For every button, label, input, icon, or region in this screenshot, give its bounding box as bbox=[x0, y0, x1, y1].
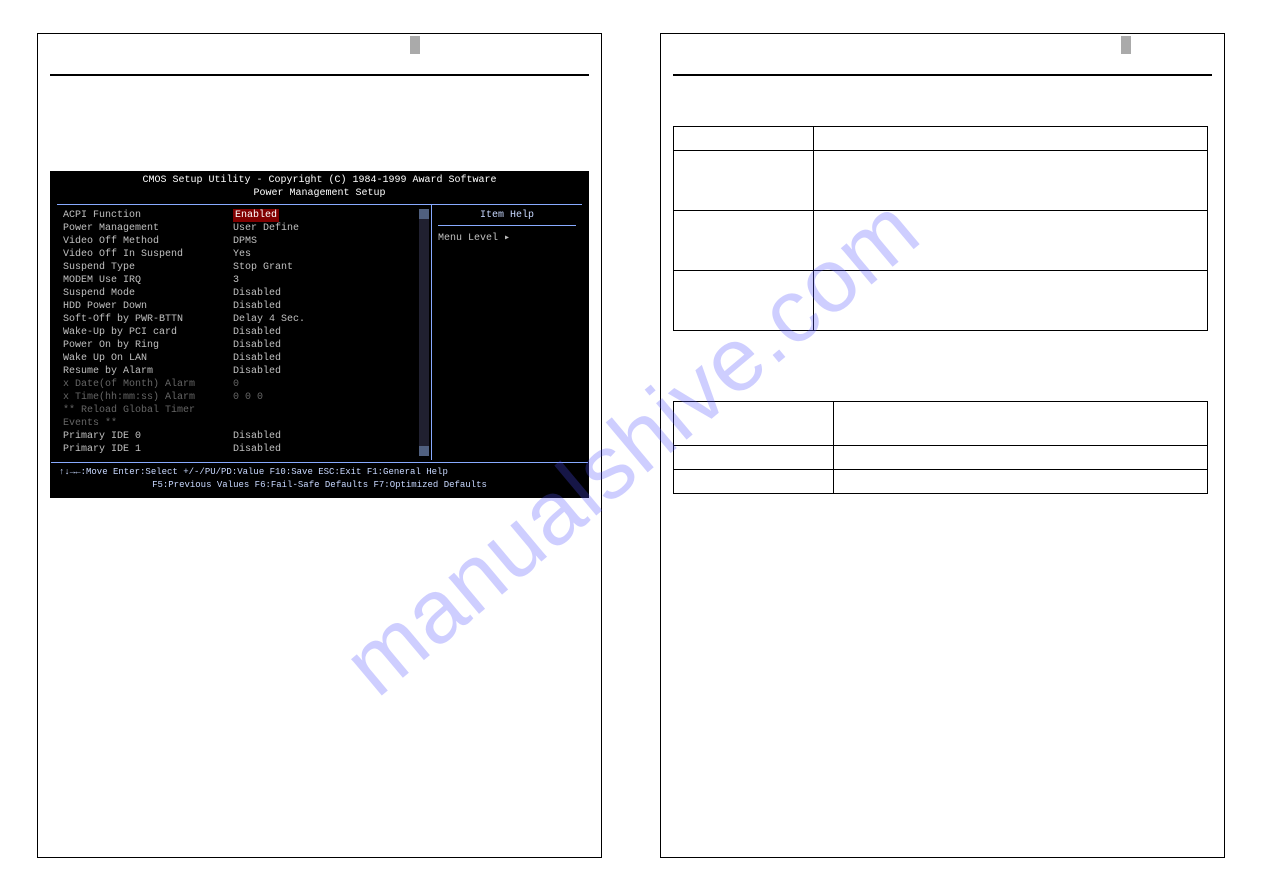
table-cell bbox=[674, 211, 814, 271]
bios-screenshot: CMOS Setup Utility - Copyright (C) 1984-… bbox=[50, 171, 589, 498]
bios-setting-key: x Time(hh:mm:ss) Alarm bbox=[63, 391, 233, 404]
bios-setting-row[interactable]: x Time(hh:mm:ss) Alarm0 0 0 bbox=[63, 391, 431, 404]
bios-body: ACPI FunctionEnabledPower ManagementUser… bbox=[57, 204, 582, 460]
header-tab bbox=[1121, 36, 1131, 54]
bios-setting-key: ACPI Function bbox=[63, 209, 233, 222]
bios-setting-key: Suspend Mode bbox=[63, 287, 233, 300]
table-cell bbox=[674, 127, 814, 151]
bios-setting-key: x Date(of Month) Alarm bbox=[63, 378, 233, 391]
bios-setting-value: Disabled bbox=[233, 326, 281, 339]
page-header-right bbox=[673, 48, 1212, 76]
table-2 bbox=[673, 401, 1208, 494]
bios-setting-row[interactable]: ** Reload Global Timer Events ** bbox=[63, 404, 431, 430]
bios-setting-row[interactable]: ACPI FunctionEnabled bbox=[63, 209, 431, 222]
bios-setting-row[interactable]: Primary IDE 1Disabled bbox=[63, 443, 431, 456]
bios-setting-row[interactable]: x Date(of Month) Alarm0 bbox=[63, 378, 431, 391]
bios-setting-row[interactable]: Wake Up On LANDisabled bbox=[63, 352, 431, 365]
table-cell bbox=[674, 470, 834, 494]
bios-setting-key: Soft-Off by PWR-BTTN bbox=[63, 313, 233, 326]
bios-setting-key: Primary IDE 0 bbox=[63, 430, 233, 443]
table-row bbox=[674, 151, 1208, 211]
bios-setting-key: Wake-Up by PCI card bbox=[63, 326, 233, 339]
bios-setting-key: Video Off In Suspend bbox=[63, 248, 233, 261]
table-cell bbox=[674, 151, 814, 211]
bios-setting-value: 0 bbox=[233, 378, 239, 391]
bios-setting-value: DPMS bbox=[233, 235, 257, 248]
bios-setting-row[interactable]: Video Off In SuspendYes bbox=[63, 248, 431, 261]
bios-setting-key: Video Off Method bbox=[63, 235, 233, 248]
table-row bbox=[674, 470, 1208, 494]
bios-setting-row[interactable]: Power On by RingDisabled bbox=[63, 339, 431, 352]
bios-title-line1: CMOS Setup Utility - Copyright (C) 1984-… bbox=[51, 174, 588, 187]
bios-setting-row[interactable]: MODEM Use IRQ3 bbox=[63, 274, 431, 287]
bios-setting-key: Power On by Ring bbox=[63, 339, 233, 352]
bios-setting-value: Disabled bbox=[233, 352, 281, 365]
header-tab bbox=[410, 36, 420, 54]
bios-help-panel: Item Help Menu Level ▸ bbox=[432, 205, 582, 460]
table-row bbox=[674, 211, 1208, 271]
bios-footer-line1: ↑↓→←:Move Enter:Select +/-/PU/PD:Value F… bbox=[59, 466, 580, 479]
table-1 bbox=[673, 126, 1208, 331]
bios-setting-row[interactable]: Soft-Off by PWR-BTTNDelay 4 Sec. bbox=[63, 313, 431, 326]
table-cell bbox=[814, 127, 1208, 151]
bios-setting-value: Disabled bbox=[233, 300, 281, 313]
bios-setting-row[interactable]: Suspend TypeStop Grant bbox=[63, 261, 431, 274]
bios-setting-key: Suspend Type bbox=[63, 261, 233, 274]
bios-setting-key: HDD Power Down bbox=[63, 300, 233, 313]
bios-setting-value: Disabled bbox=[233, 365, 281, 378]
table-cell bbox=[674, 446, 834, 470]
table-cell bbox=[814, 151, 1208, 211]
table-cell bbox=[814, 271, 1208, 331]
bios-setting-value: Enabled bbox=[233, 209, 279, 222]
table-row bbox=[674, 271, 1208, 331]
bios-setting-value: Delay 4 Sec. bbox=[233, 313, 305, 326]
bios-setting-row[interactable]: Power ManagementUser Define bbox=[63, 222, 431, 235]
table-row bbox=[674, 127, 1208, 151]
bios-help-title: Item Help bbox=[438, 209, 576, 226]
bios-setting-value: 3 bbox=[233, 274, 239, 287]
bios-setting-value: Disabled bbox=[233, 430, 281, 443]
bios-setting-value: 0 0 0 bbox=[233, 391, 263, 404]
bios-help-menu-level: Menu Level ▸ bbox=[438, 232, 576, 245]
bios-setting-value: Stop Grant bbox=[233, 261, 293, 274]
bios-setting-key: Wake Up On LAN bbox=[63, 352, 233, 365]
bios-setting-row[interactable]: HDD Power DownDisabled bbox=[63, 300, 431, 313]
table-row bbox=[674, 402, 1208, 446]
bios-settings-panel: ACPI FunctionEnabledPower ManagementUser… bbox=[57, 205, 432, 460]
bios-title-line2: Power Management Setup bbox=[51, 187, 588, 200]
table-cell bbox=[834, 446, 1208, 470]
bios-setting-value: Disabled bbox=[233, 339, 281, 352]
bios-setting-value: Disabled bbox=[233, 287, 281, 300]
bios-setting-key: Resume by Alarm bbox=[63, 365, 233, 378]
bios-setting-key: ** Reload Global Timer Events ** bbox=[63, 404, 233, 430]
bios-setting-row[interactable]: Primary IDE 0Disabled bbox=[63, 430, 431, 443]
bios-footer-line2: F5:Previous Values F6:Fail-Safe Defaults… bbox=[59, 479, 580, 492]
table-cell bbox=[814, 211, 1208, 271]
page-right bbox=[660, 33, 1225, 858]
bios-setting-row[interactable]: Video Off MethodDPMS bbox=[63, 235, 431, 248]
bios-setting-key: MODEM Use IRQ bbox=[63, 274, 233, 287]
bios-setting-key: Primary IDE 1 bbox=[63, 443, 233, 456]
table-row bbox=[674, 446, 1208, 470]
table-cell bbox=[834, 402, 1208, 446]
bios-setting-value: User Define bbox=[233, 222, 299, 235]
table-cell bbox=[674, 402, 834, 446]
page-left: CMOS Setup Utility - Copyright (C) 1984-… bbox=[37, 33, 602, 858]
table-cell bbox=[674, 271, 814, 331]
bios-setting-value: Yes bbox=[233, 248, 251, 261]
table-cell bbox=[834, 470, 1208, 494]
bios-setting-value: Disabled bbox=[233, 443, 281, 456]
bios-footer: ↑↓→←:Move Enter:Select +/-/PU/PD:Value F… bbox=[51, 462, 588, 497]
page-header-left bbox=[50, 48, 589, 76]
bios-setting-row[interactable]: Suspend ModeDisabled bbox=[63, 287, 431, 300]
scrollbar[interactable] bbox=[419, 209, 429, 456]
bios-setting-key: Power Management bbox=[63, 222, 233, 235]
bios-setting-row[interactable]: Resume by AlarmDisabled bbox=[63, 365, 431, 378]
bios-setting-row[interactable]: Wake-Up by PCI cardDisabled bbox=[63, 326, 431, 339]
